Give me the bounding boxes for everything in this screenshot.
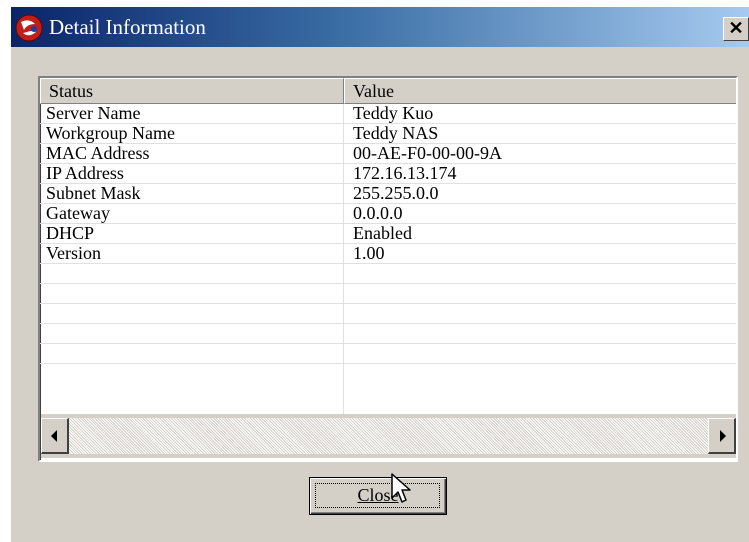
value-cell: 00-AE-F0-00-00-9A: [353, 143, 502, 163]
value-cell: 1.00: [353, 243, 385, 263]
status-cell: MAC Address: [46, 143, 150, 163]
value-cell: Teddy Kuo: [353, 103, 434, 123]
detail-information-dialog: Detail Information ✕ Status Value Server…: [10, 6, 749, 542]
list-rows: Server Name Teddy Kuo Workgroup Name Teddy …: [40, 103, 736, 364]
table-row[interactable]: [40, 264, 736, 284]
table-row[interactable]: [40, 324, 736, 344]
table-row[interactable]: [40, 284, 736, 304]
close-button[interactable]: Close: [309, 477, 447, 515]
status-cell: DHCP: [46, 223, 95, 243]
scroll-right-arrow-icon: [720, 430, 726, 442]
status-cell: Subnet Mask: [46, 183, 141, 203]
table-row[interactable]: Subnet Mask 255.255.0.0: [40, 183, 736, 204]
app-logo-icon: [15, 14, 43, 42]
value-cell: Teddy NAS: [353, 123, 439, 143]
title-bar[interactable]: Detail Information ✕: [11, 7, 749, 47]
value-cell: 0.0.0.0: [353, 203, 403, 223]
table-row[interactable]: Version 1.00: [40, 243, 736, 264]
column-header-status[interactable]: Status: [40, 78, 344, 104]
list-header: Status Value: [40, 78, 736, 104]
horizontal-scrollbar[interactable]: [41, 414, 736, 458]
table-row[interactable]: IP Address 172.16.13.174: [40, 163, 736, 184]
status-cell: Server Name: [46, 103, 141, 123]
close-button-label: Close: [357, 485, 399, 505]
scroll-left-button[interactable]: [41, 418, 69, 454]
status-cell: Version: [46, 243, 101, 263]
scroll-right-button[interactable]: [708, 418, 736, 454]
table-row[interactable]: [40, 344, 736, 364]
value-cell: Enabled: [353, 223, 412, 243]
table-row[interactable]: Gateway 0.0.0.0: [40, 203, 736, 224]
status-cell: Gateway: [46, 203, 110, 223]
mouse-pointer-icon: [391, 473, 411, 503]
close-icon: ✕: [728, 18, 744, 38]
table-row[interactable]: Workgroup Name Teddy NAS: [40, 123, 736, 144]
column-header-value[interactable]: Value: [344, 78, 736, 104]
status-cell: Workgroup Name: [46, 123, 176, 143]
table-row[interactable]: DHCP Enabled: [40, 223, 736, 244]
window-title: Detail Information: [49, 15, 206, 39]
table-row[interactable]: [40, 304, 736, 324]
status-cell: IP Address: [46, 163, 124, 183]
table-row[interactable]: Server Name Teddy Kuo: [40, 103, 736, 124]
table-row[interactable]: MAC Address 00-AE-F0-00-00-9A: [40, 143, 736, 164]
close-window-button[interactable]: ✕: [723, 17, 749, 41]
detail-list-view[interactable]: Status Value Server Name Teddy Kuo Workgro…: [38, 76, 738, 462]
scroll-left-arrow-icon: [51, 430, 57, 442]
scrollbar-track[interactable]: [69, 418, 708, 454]
value-cell: 172.16.13.174: [353, 163, 457, 183]
value-cell: 255.255.0.0: [353, 183, 439, 203]
